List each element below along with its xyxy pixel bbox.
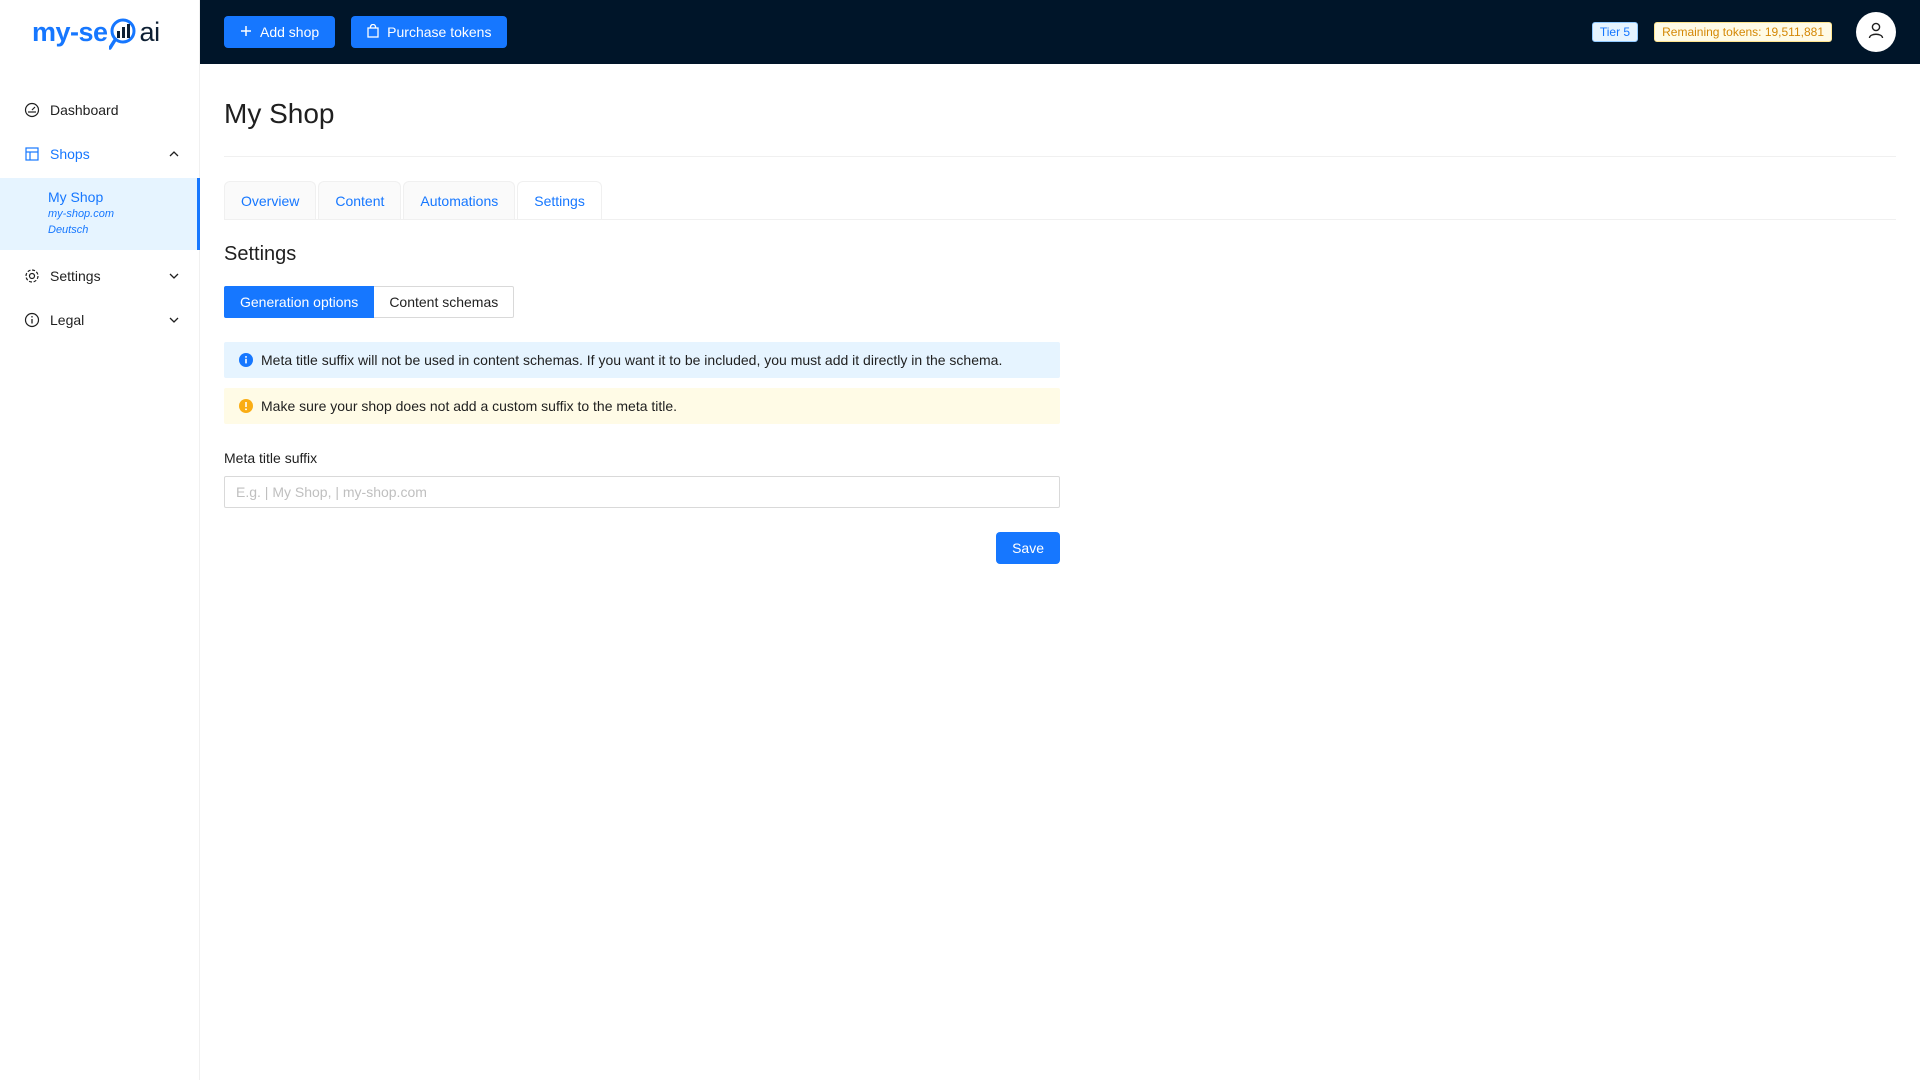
remaining-tokens-badge: Remaining tokens: 19,511,881: [1654, 22, 1832, 42]
chevron-up-icon: [168, 148, 180, 160]
meta-title-suffix-label: Meta title suffix: [224, 450, 318, 466]
logo[interactable]: my-se ai: [0, 0, 200, 64]
shop-name: My Shop: [48, 189, 104, 205]
segment-content-schemas[interactable]: Content schemas: [374, 286, 515, 318]
header-right: Tier 5 Remaining tokens: 19,511,881: [1591, 12, 1896, 52]
tab-overview[interactable]: Overview: [224, 181, 317, 219]
sidebar-item-label: Legal: [50, 312, 85, 328]
warning-alert-text: Make sure your shop does not add a custo…: [261, 398, 678, 414]
user-icon: [1867, 21, 1885, 44]
app: my-se ai Dashboard Shops My Shop my-shop…: [0, 0, 1920, 1080]
chevron-down-icon: [168, 314, 180, 326]
tab-content[interactable]: Content: [318, 181, 402, 219]
sidebar-item-label: Dashboard: [50, 102, 119, 118]
generation-options-panel: Meta title suffix will not be used in co…: [224, 342, 1060, 564]
warning-icon: [239, 399, 253, 413]
tab-settings[interactable]: Settings: [517, 181, 602, 219]
info-alert: Meta title suffix will not be used in co…: [224, 342, 1060, 378]
shopping-bag-icon: [367, 23, 379, 41]
tier-badge: Tier 5: [1591, 22, 1639, 42]
add-shop-label: Add shop: [260, 24, 320, 40]
sidebar-item-settings[interactable]: Settings: [0, 256, 200, 296]
dashboard-icon: [24, 102, 40, 118]
info-icon: [239, 353, 253, 367]
shop-tabs: Overview Content Automations Settings: [224, 181, 1896, 219]
sidebar-item-dashboard[interactable]: Dashboard: [0, 90, 200, 130]
page-title: My Shop: [224, 98, 335, 129]
segment-generation-options[interactable]: Generation options: [224, 286, 375, 318]
warning-alert: Make sure your shop does not add a custo…: [224, 388, 1060, 424]
logo-text-part2: ai: [139, 16, 161, 47]
gear-icon: [24, 268, 40, 284]
section-title: Settings: [224, 243, 297, 265]
purchase-tokens-button[interactable]: Purchase tokens: [351, 16, 508, 48]
info-alert-text: Meta title suffix will not be used in co…: [261, 352, 1003, 368]
info-circle-icon: [24, 312, 40, 328]
shop-domain: my-shop.com: [48, 208, 115, 220]
form-actions: Save: [224, 532, 1060, 564]
main-content: My Shop Overview Content Automations Set…: [224, 64, 1896, 564]
sidebar-item-label: Settings: [50, 268, 101, 284]
title-divider: [224, 156, 1896, 157]
logo-magnifier-icon: [107, 17, 139, 50]
chevron-down-icon: [168, 270, 180, 282]
tab-automations[interactable]: Automations: [403, 181, 516, 219]
sidebar-item-my-shop[interactable]: My Shop my-shop.com Deutsch: [0, 178, 200, 250]
purchase-tokens-label: Purchase tokens: [387, 24, 492, 40]
logo-text-part1: my-se: [32, 16, 108, 47]
sidebar: my-se ai Dashboard Shops My Shop my-shop…: [0, 0, 200, 1080]
sidebar-nav: Dashboard Shops My Shop my-shop.com Deut…: [0, 90, 200, 344]
save-button[interactable]: Save: [996, 532, 1060, 564]
shop-language: Deutsch: [48, 224, 89, 236]
meta-title-suffix-input[interactable]: [224, 476, 1060, 508]
top-header: Add shop Purchase tokens Tier 5 Remainin…: [200, 0, 1920, 64]
sidebar-item-legal[interactable]: Legal: [0, 300, 200, 340]
sidebar-item-shops[interactable]: Shops: [0, 134, 200, 174]
settings-segmented-control: Generation options Content schemas: [224, 286, 1896, 318]
add-shop-button[interactable]: Add shop: [224, 16, 336, 48]
sidebar-item-label: Shops: [50, 146, 90, 162]
user-avatar[interactable]: [1856, 12, 1896, 52]
plus-icon: [240, 24, 252, 40]
shop-icon: [24, 146, 40, 162]
